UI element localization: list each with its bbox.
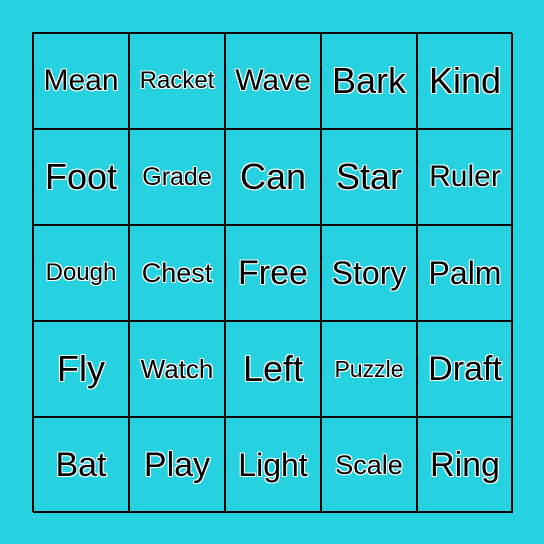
bingo-cell[interactable]: Ruler bbox=[417, 129, 513, 225]
cell-label: Draft bbox=[428, 349, 502, 388]
cell-label: Dough bbox=[45, 259, 117, 286]
bingo-cell[interactable]: Bat bbox=[33, 417, 129, 513]
bingo-cell[interactable]: Star bbox=[321, 129, 417, 225]
bingo-cell[interactable]: Free bbox=[225, 225, 321, 321]
cell-label: Bark bbox=[331, 60, 407, 101]
bingo-cell[interactable]: Left bbox=[225, 321, 321, 417]
bingo-cell[interactable]: Racket bbox=[129, 33, 225, 129]
cell-label: Fly bbox=[57, 348, 105, 389]
bingo-cell[interactable]: Light bbox=[225, 417, 321, 513]
bingo-cell[interactable]: Story bbox=[321, 225, 417, 321]
bingo-cell[interactable]: Scale bbox=[321, 417, 417, 513]
cell-label: Wave bbox=[235, 64, 311, 97]
cell-label: Kind bbox=[428, 60, 502, 101]
bingo-cell[interactable]: Kind bbox=[417, 33, 513, 129]
bingo-cell[interactable]: Play bbox=[129, 417, 225, 513]
bingo-cell[interactable]: Ring bbox=[417, 417, 513, 513]
cell-label: Puzzle bbox=[334, 355, 404, 382]
bingo-grid: Mean Racket Wave Bark Kind Foot Grade Can Star Ru… bbox=[32, 32, 513, 513]
cell-label: Story bbox=[331, 254, 407, 291]
cell-label: Grade bbox=[142, 162, 212, 191]
bingo-cell[interactable]: Wave bbox=[225, 33, 321, 129]
bingo-cell[interactable]: Fly bbox=[33, 321, 129, 417]
cell-label: Palm bbox=[428, 254, 502, 291]
cell-label: Racket bbox=[139, 67, 215, 94]
cell-label: Free bbox=[238, 253, 308, 292]
cell-label: Watch bbox=[140, 353, 214, 384]
cell-label: Mean bbox=[43, 64, 119, 97]
cell-label: Left bbox=[242, 348, 304, 389]
bingo-cell[interactable]: Watch bbox=[129, 321, 225, 417]
cell-label: Play bbox=[143, 445, 211, 484]
bingo-cell[interactable]: Palm bbox=[417, 225, 513, 321]
cell-label: Star bbox=[335, 156, 403, 197]
bingo-cell[interactable]: Dough bbox=[33, 225, 129, 321]
cell-label: Foot bbox=[44, 156, 118, 197]
cell-label: Ring bbox=[430, 445, 500, 484]
cell-label: Light bbox=[238, 446, 308, 483]
bingo-cell[interactable]: Puzzle bbox=[321, 321, 417, 417]
bingo-cell[interactable]: Foot bbox=[33, 129, 129, 225]
bingo-cell[interactable]: Chest bbox=[129, 225, 225, 321]
cell-label: Ruler bbox=[429, 160, 501, 193]
bingo-cell[interactable]: Can bbox=[225, 129, 321, 225]
bingo-cell[interactable]: Mean bbox=[33, 33, 129, 129]
cell-label: Bat bbox=[55, 445, 107, 484]
bingo-cell[interactable]: Grade bbox=[129, 129, 225, 225]
cell-label: Scale bbox=[335, 449, 403, 480]
cell-label: Can bbox=[239, 156, 307, 197]
cell-label: Chest bbox=[141, 257, 213, 288]
bingo-cell[interactable]: Bark bbox=[321, 33, 417, 129]
bingo-cell[interactable]: Draft bbox=[417, 321, 513, 417]
